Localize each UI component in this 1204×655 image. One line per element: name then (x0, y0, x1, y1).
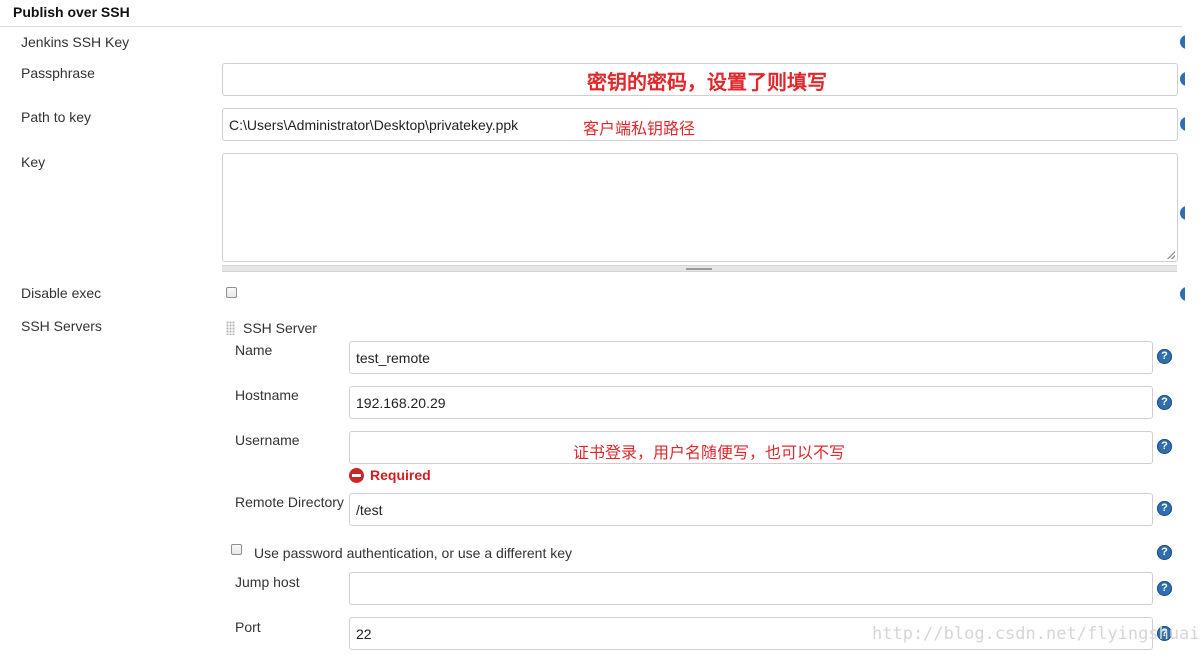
help-icon-name[interactable]: ? (1157, 349, 1172, 364)
hostname-label: Hostname (235, 387, 299, 403)
path-to-key-annotation: 客户端私钥路径 (583, 121, 696, 138)
username-label: Username (235, 432, 300, 448)
help-icon-jenkins-ssh-key[interactable] (1180, 35, 1185, 49)
disable-exec-checkbox[interactable] (226, 287, 237, 298)
error-icon (349, 467, 364, 483)
help-icon-jump-host[interactable]: ? (1157, 581, 1172, 596)
section-title: Publish over SSH (13, 4, 130, 20)
divider (0, 26, 1182, 27)
help-icon-disable-exec[interactable] (1180, 287, 1185, 301)
remote-directory-input[interactable]: /test (349, 493, 1153, 526)
path-to-key-input[interactable]: C:\Users\Administrator\Desktop\privateke… (222, 108, 1178, 141)
help-icon-use-password[interactable]: ? (1157, 545, 1172, 560)
watermark: http://blog.csdn.net/flyingshuai (872, 624, 1200, 644)
remote-directory-label: Remote Directory (235, 494, 344, 510)
remote-directory-value: /test (356, 501, 383, 518)
name-input[interactable]: test_remote (349, 341, 1153, 374)
path-to-key-label: Path to key (21, 109, 92, 125)
port-label: Port (235, 619, 261, 635)
path-to-key-value: C:\Users\Administrator\Desktop\privateke… (229, 116, 519, 133)
jump-host-label: Jump host (235, 574, 300, 590)
help-icon-hostname[interactable]: ? (1157, 395, 1172, 410)
hostname-input[interactable]: 192.168.20.29 (349, 386, 1153, 419)
name-value: test_remote (356, 349, 430, 366)
help-icon-username[interactable]: ? (1157, 439, 1172, 454)
resize-grip-icon[interactable] (1167, 251, 1175, 259)
passphrase-label: Passphrase (21, 65, 95, 81)
drag-handle-icon[interactable] (226, 321, 235, 335)
help-icon-path-to-key[interactable] (1180, 117, 1185, 131)
ssh-servers-label: SSH Servers (21, 318, 102, 334)
disable-exec-label: Disable exec (21, 285, 102, 301)
key-textarea[interactable] (222, 153, 1178, 262)
resize-handle-icon[interactable] (686, 268, 712, 270)
key-label: Key (21, 154, 46, 170)
help-icon-passphrase[interactable] (1180, 72, 1185, 86)
help-icon-remote-directory[interactable]: ? (1157, 501, 1172, 516)
passphrase-annotation: 密钥的密码，设置了则填写 (587, 72, 827, 94)
required-text: Required (370, 467, 431, 483)
textarea-resize-bar[interactable] (222, 265, 1177, 272)
use-password-checkbox[interactable] (231, 544, 242, 555)
ssh-server-header: SSH Server (243, 320, 317, 336)
port-value: 22 (356, 625, 372, 642)
required-message: Required (349, 467, 431, 483)
help-icon-key[interactable] (1180, 206, 1185, 220)
use-password-label: Use password authentication, or use a di… (254, 545, 573, 561)
jump-host-input[interactable] (349, 572, 1153, 605)
hostname-value: 192.168.20.29 (356, 394, 446, 411)
username-annotation: 证书登录，用户名随便写，也可以不写 (573, 445, 846, 462)
name-label: Name (235, 342, 273, 358)
jenkins-ssh-key-label: Jenkins SSH Key (21, 34, 130, 50)
